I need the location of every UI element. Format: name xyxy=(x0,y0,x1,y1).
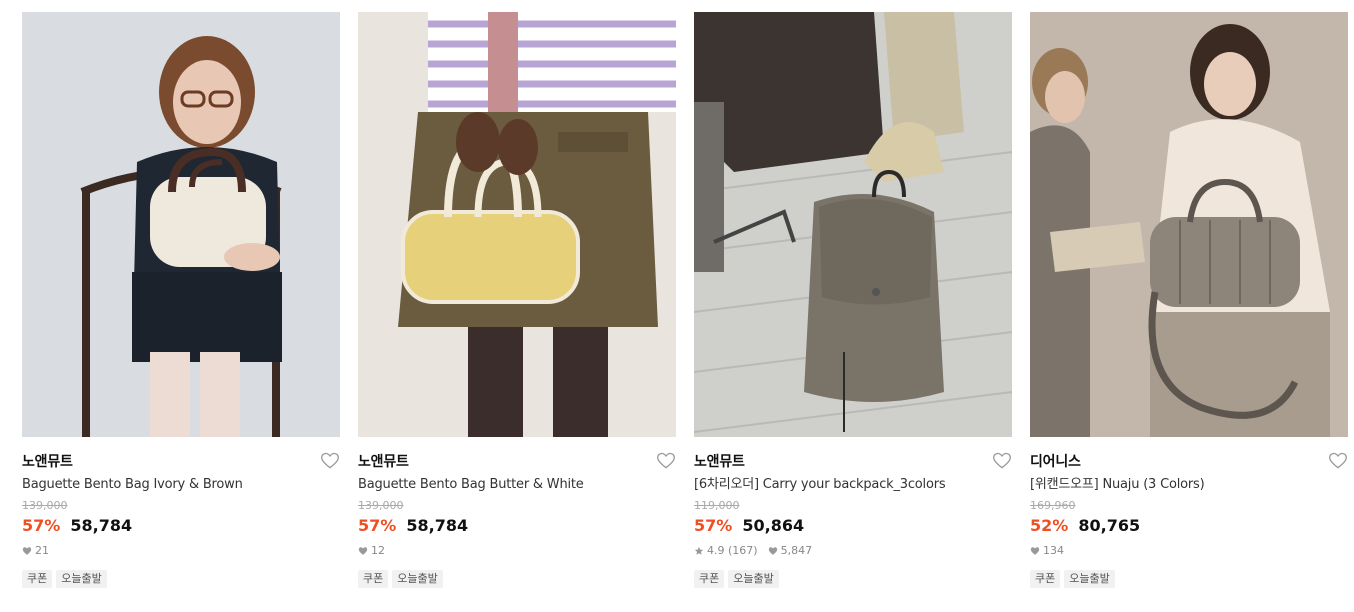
rating: 4.9 (167) xyxy=(694,544,758,558)
product-photo xyxy=(694,12,1012,437)
sale-price: 58,784 xyxy=(406,516,469,535)
likes-value: 12 xyxy=(371,544,385,557)
product-name[interactable]: Baguette Bento Bag Butter & White xyxy=(358,476,676,494)
original-price: 139,000 xyxy=(358,499,404,512)
product-meta: 21 xyxy=(22,544,340,558)
original-price: 139,000 xyxy=(22,499,68,512)
discount-rate: 57% xyxy=(22,516,61,535)
discount-rate: 57% xyxy=(358,516,397,535)
tag-today-shipping: 오늘출발 xyxy=(56,570,107,588)
product-image[interactable] xyxy=(22,12,340,437)
brand-name[interactable]: 노앤뮤트 xyxy=(358,452,676,472)
likes-value: 134 xyxy=(1043,544,1064,557)
price-row: 57% 58,784 xyxy=(358,515,676,537)
tag-today-shipping: 오늘출발 xyxy=(392,570,443,588)
product-name[interactable]: [위캔드오프] Nuaju (3 Colors) xyxy=(1030,476,1348,494)
product-card[interactable]: 디어니스 [위캔드오프] Nuaju (3 Colors) 169,960 52… xyxy=(1030,12,1348,588)
heart-filled-icon xyxy=(1030,547,1040,555)
price-row: 57% 50,864 xyxy=(694,515,1012,537)
discount-rate: 57% xyxy=(694,516,733,535)
product-grid: 노앤뮤트 Baguette Bento Bag Ivory & Brown 13… xyxy=(0,0,1354,612)
tag-coupon: 쿠폰 xyxy=(358,570,389,588)
heart-outline-icon[interactable] xyxy=(320,451,340,471)
product-photo xyxy=(358,12,676,437)
likes-count: 21 xyxy=(22,544,49,558)
price-row: 57% 58,784 xyxy=(22,515,340,537)
product-photo xyxy=(1030,12,1348,437)
sale-price: 80,765 xyxy=(1078,516,1141,535)
product-meta: 134 xyxy=(1030,544,1348,558)
product-card[interactable]: 노앤뮤트 [6차리오더] Carry your backpack_3colors… xyxy=(694,12,1012,588)
tag-today-shipping: 오늘출발 xyxy=(1064,570,1115,588)
product-image[interactable] xyxy=(694,12,1012,437)
brand-name[interactable]: 노앤뮤트 xyxy=(22,452,340,472)
heart-outline-icon[interactable] xyxy=(1328,451,1348,471)
product-meta: 4.9 (167) 5,847 xyxy=(694,544,1012,558)
tag-list: 쿠폰 오늘출발 xyxy=(694,570,1012,588)
product-name[interactable]: [6차리오더] Carry your backpack_3colors xyxy=(694,476,1012,494)
price-row: 52% 80,765 xyxy=(1030,515,1348,537)
product-photo xyxy=(22,12,340,437)
product-meta: 12 xyxy=(358,544,676,558)
tag-today-shipping: 오늘출발 xyxy=(728,570,779,588)
tag-coupon: 쿠폰 xyxy=(22,570,53,588)
product-card[interactable]: 노앤뮤트 Baguette Bento Bag Butter & White 1… xyxy=(358,12,676,588)
heart-filled-icon xyxy=(22,547,32,555)
product-image[interactable] xyxy=(358,12,676,437)
tag-coupon: 쿠폰 xyxy=(1030,570,1061,588)
likes-value: 5,847 xyxy=(780,544,813,557)
heart-outline-icon[interactable] xyxy=(992,451,1012,471)
star-icon xyxy=(694,546,704,555)
brand-name[interactable]: 디어니스 xyxy=(1030,452,1348,472)
tag-list: 쿠폰 오늘출발 xyxy=(358,570,676,588)
tag-list: 쿠폰 오늘출발 xyxy=(1030,570,1348,588)
heart-filled-icon xyxy=(768,547,777,555)
heart-outline-icon[interactable] xyxy=(656,451,676,471)
rating-value: 4.9 (167) xyxy=(707,544,758,557)
sale-price: 50,864 xyxy=(742,516,805,535)
heart-filled-icon xyxy=(358,547,368,555)
sale-price: 58,784 xyxy=(70,516,133,535)
likes-count: 12 xyxy=(358,544,385,558)
brand-name[interactable]: 노앤뮤트 xyxy=(694,452,1012,472)
likes-count: 5,847 xyxy=(768,544,813,558)
original-price: 169,960 xyxy=(1030,499,1076,512)
likes-value: 21 xyxy=(35,544,49,557)
product-name[interactable]: Baguette Bento Bag Ivory & Brown xyxy=(22,476,340,494)
tag-coupon: 쿠폰 xyxy=(694,570,725,588)
discount-rate: 52% xyxy=(1030,516,1069,535)
product-image[interactable] xyxy=(1030,12,1348,437)
product-card[interactable]: 노앤뮤트 Baguette Bento Bag Ivory & Brown 13… xyxy=(22,12,340,588)
original-price: 119,000 xyxy=(694,499,740,512)
tag-list: 쿠폰 오늘출발 xyxy=(22,570,340,588)
likes-count: 134 xyxy=(1030,544,1064,558)
